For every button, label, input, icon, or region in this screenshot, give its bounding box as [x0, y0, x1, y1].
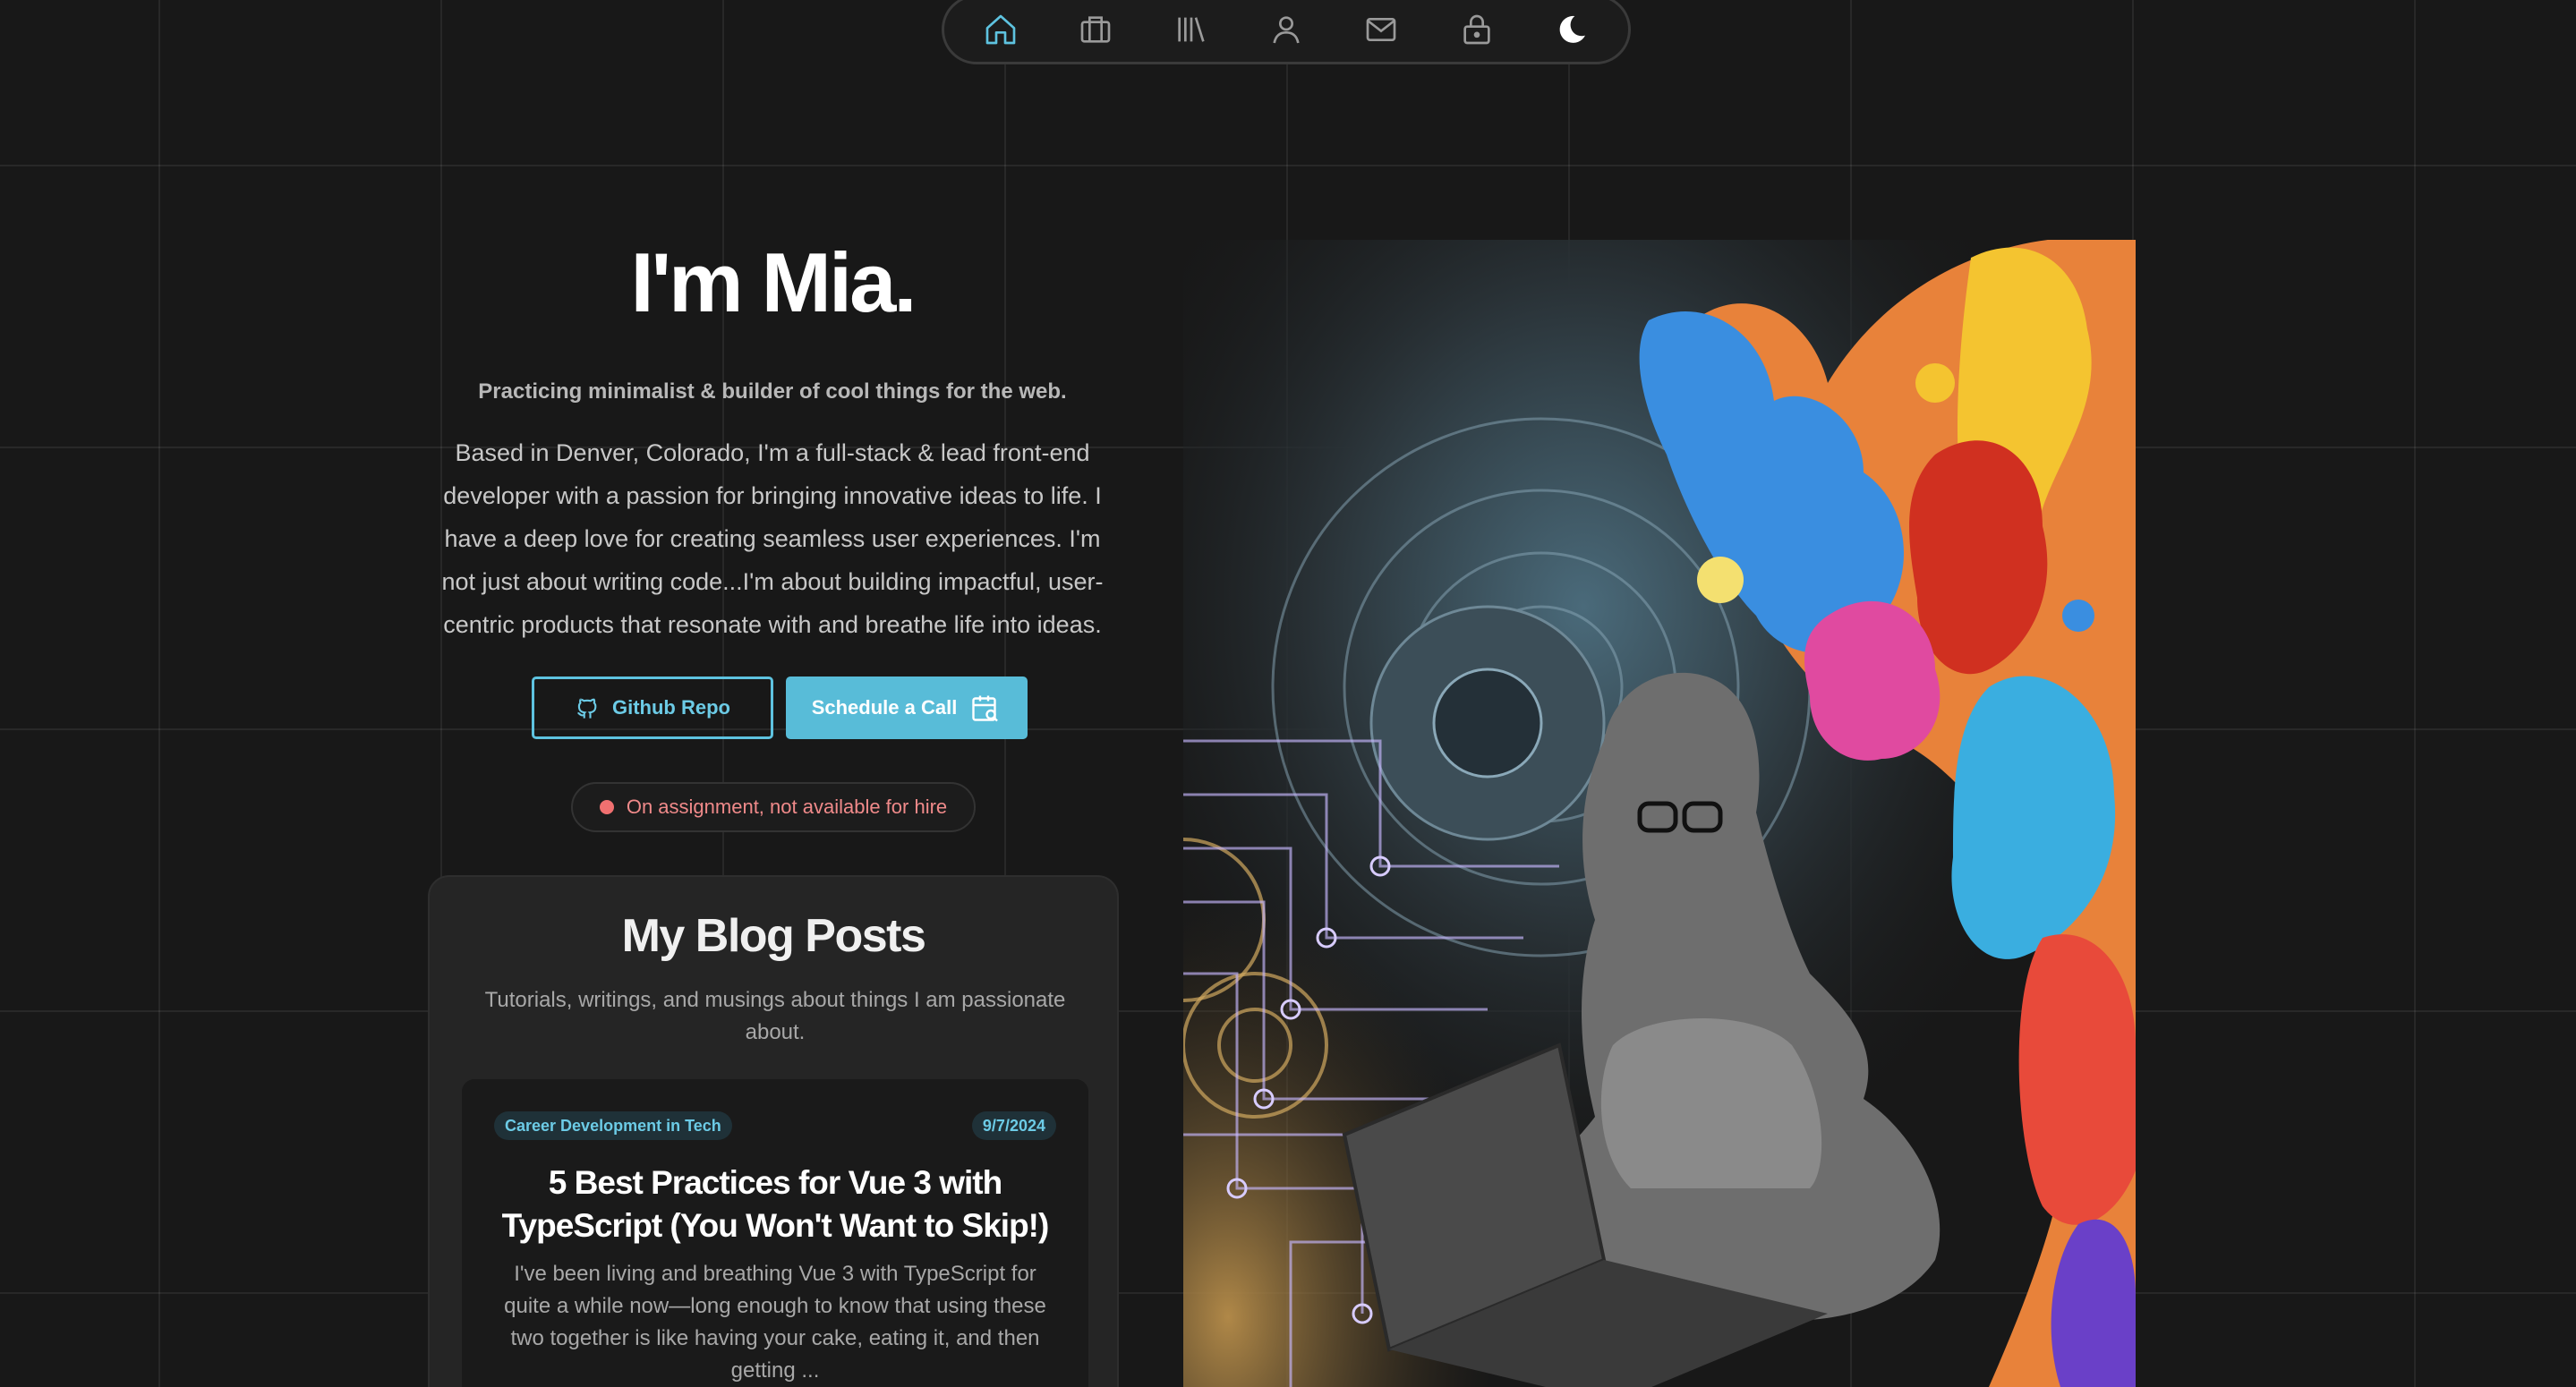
post-category-badge[interactable]: Career Development in Tech — [494, 1111, 732, 1140]
blog-title: My Blog Posts — [621, 910, 926, 962]
blog-subtitle: Tutorials, writings, and musings about t… — [484, 988, 1066, 1044]
status-text: On assignment, not available for hire — [626, 796, 948, 818]
home-icon[interactable] — [980, 9, 1021, 50]
tagline: Practicing minimalist & builder of cool … — [478, 379, 1067, 404]
briefcase-icon[interactable] — [1075, 9, 1116, 50]
schedule-call-label: Schedule a Call — [811, 696, 958, 719]
github-repo-label: Github Repo — [612, 696, 730, 719]
github-icon — [577, 698, 597, 719]
top-navigation — [942, 0, 1631, 64]
status-dot-icon — [599, 800, 614, 814]
hero-illustration — [1183, 240, 2136, 1387]
post-excerpt: I've been living and breathing Vue 3 wit… — [504, 1262, 1046, 1383]
post-title[interactable]: 5 Best Practices for Vue 3 with TypeScri… — [489, 1162, 1062, 1247]
blog-section: My Blog Posts Tutorials, writings, and m… — [428, 875, 1119, 1387]
user-icon[interactable] — [1266, 9, 1307, 50]
schedule-call-button[interactable]: Schedule a Call — [786, 676, 1028, 739]
page-title: I'm Mia. — [630, 235, 917, 329]
blog-post-card[interactable]: Career Development in Tech 9/7/2024 5 Be… — [462, 1079, 1088, 1387]
calendar-search-icon — [972, 695, 999, 722]
post-date-badge: 9/7/2024 — [971, 1111, 1056, 1140]
cta-buttons: Github Repo Schedule a Call — [532, 676, 1028, 739]
bio-text: Based in Denver, Colorado, I'm a full-st… — [441, 439, 1104, 638]
github-repo-button[interactable]: Github Repo — [532, 676, 773, 739]
availability-status-badge: On assignment, not available for hire — [571, 782, 976, 832]
library-icon[interactable] — [1171, 9, 1212, 50]
moon-icon[interactable] — [1551, 9, 1592, 50]
lock-icon[interactable] — [1456, 9, 1497, 50]
mail-icon[interactable] — [1361, 9, 1402, 50]
